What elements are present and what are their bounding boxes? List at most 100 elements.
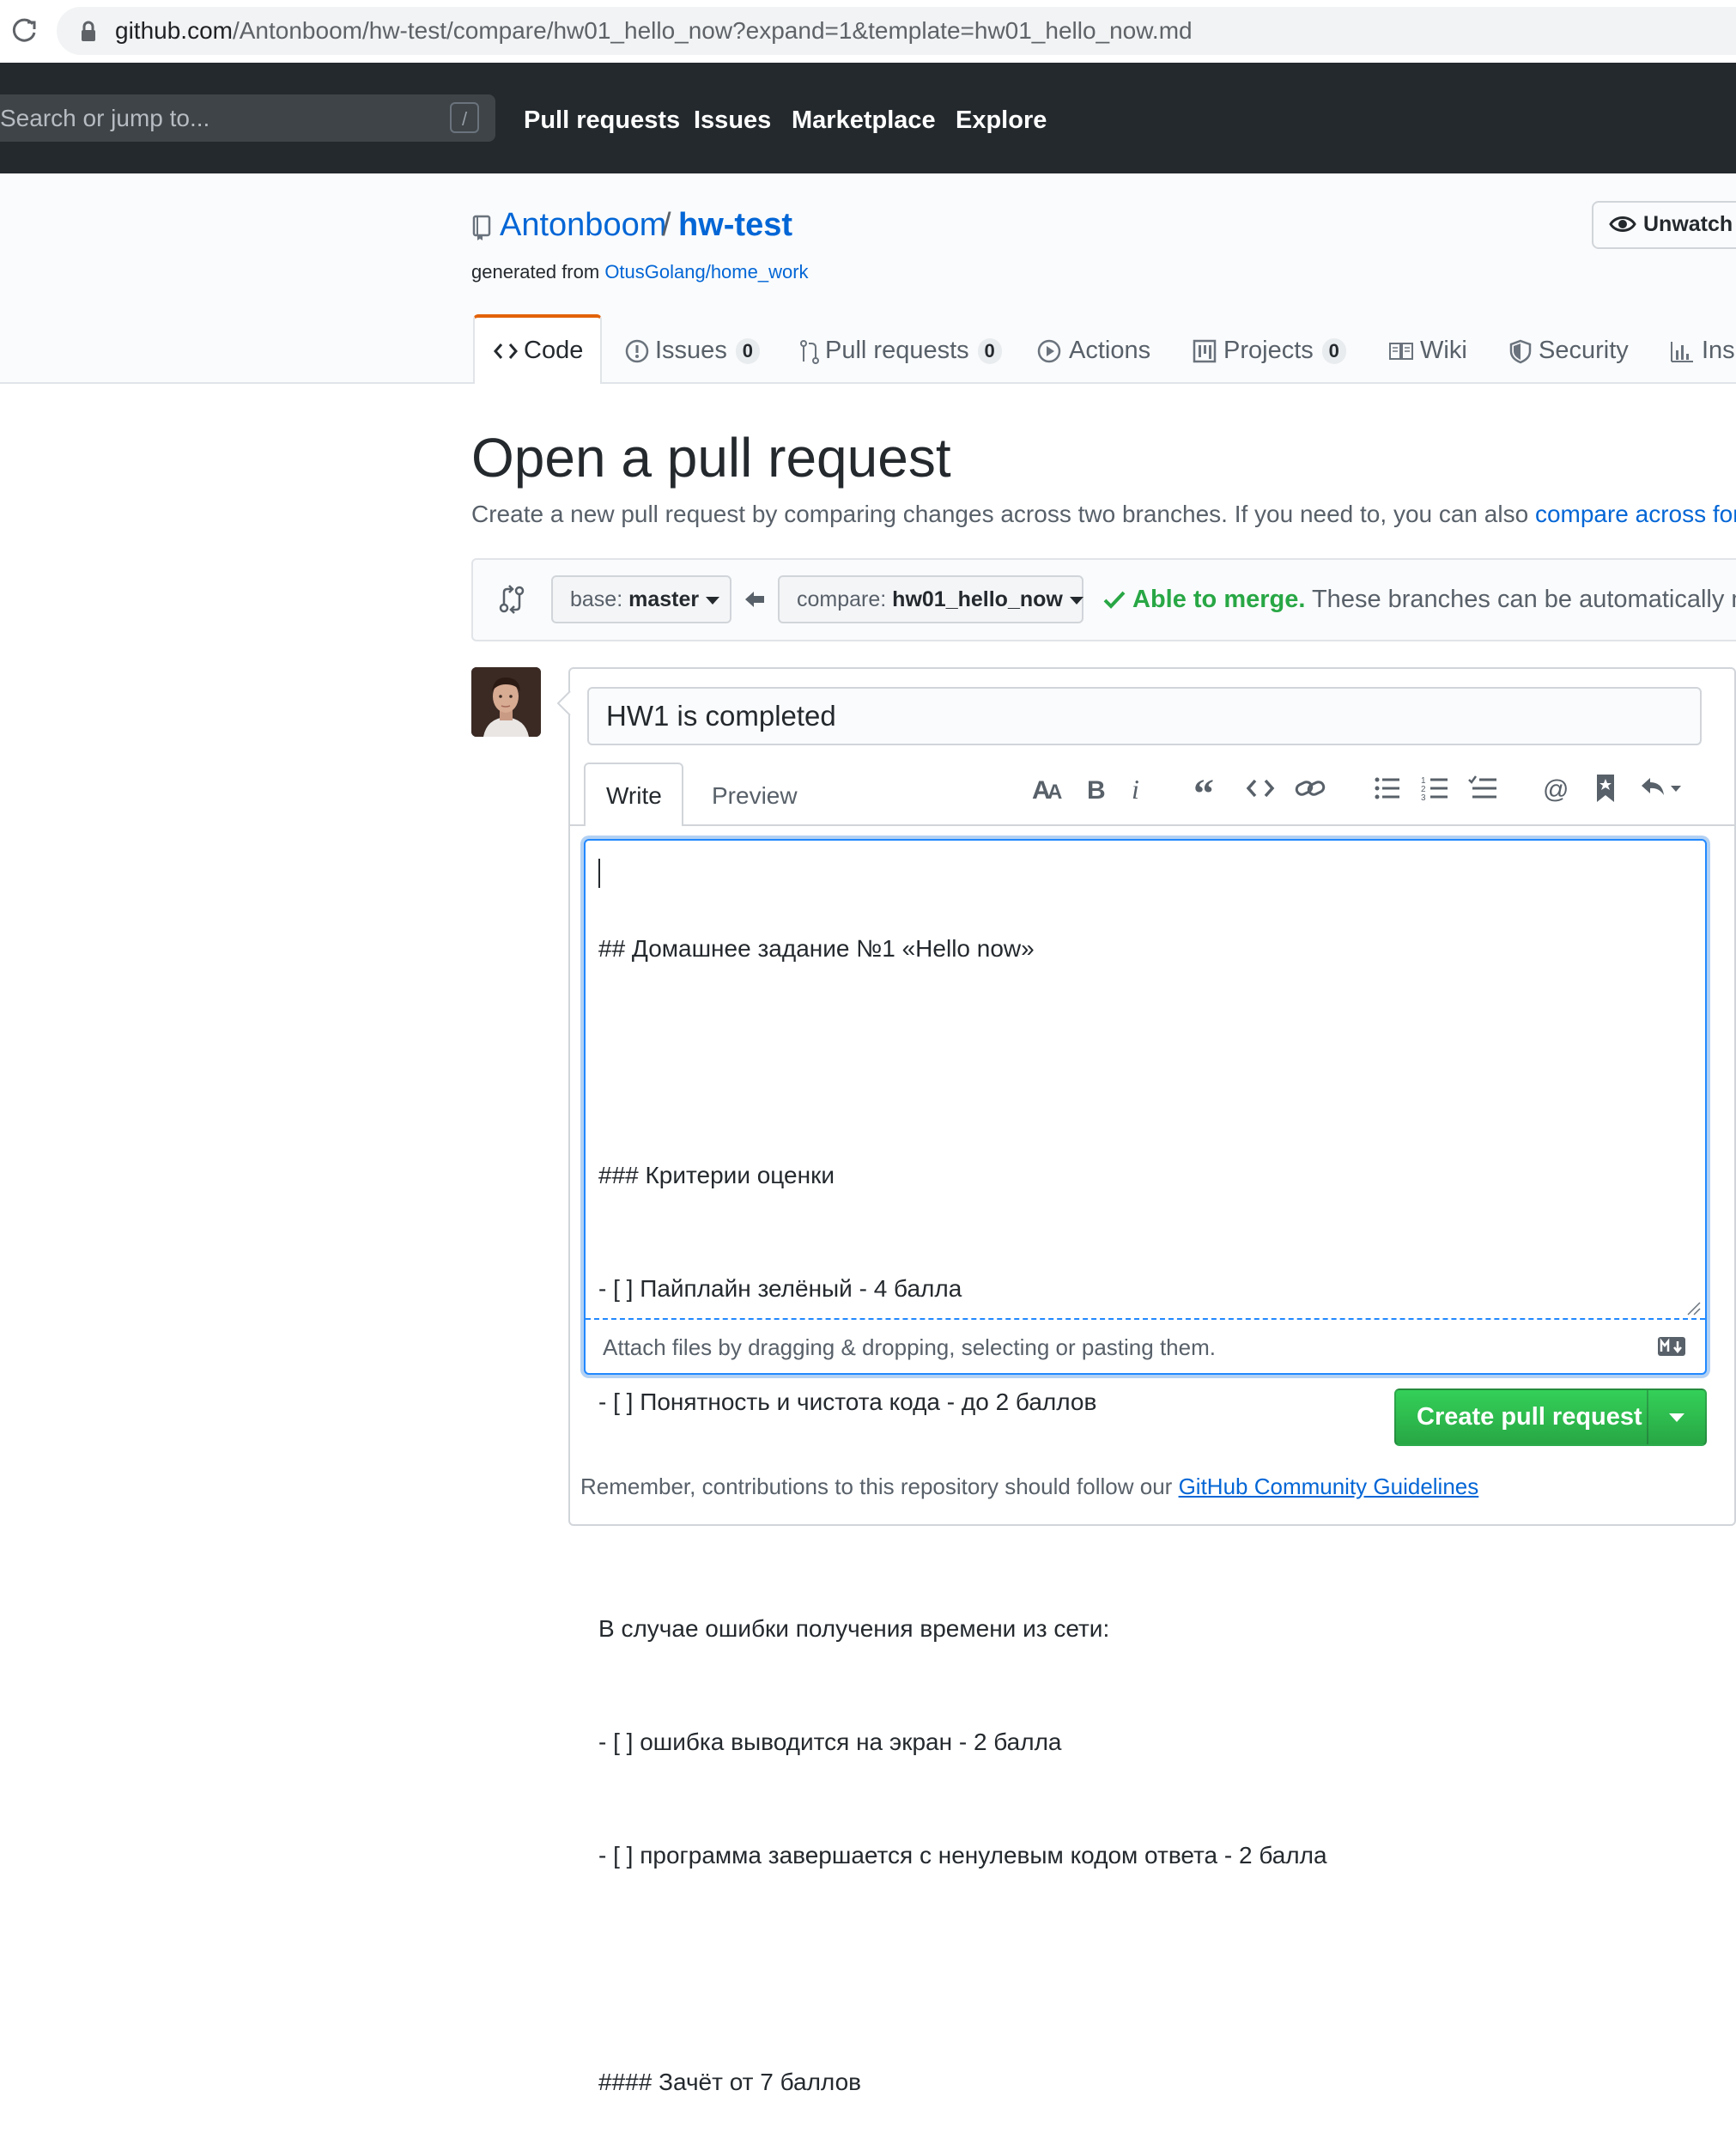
attach-divider	[586, 1318, 1705, 1320]
contribution-note: Remember, contributions to this reposito…	[580, 1472, 1478, 1501]
search-placeholder: Search or jump to...	[0, 105, 210, 131]
page-subtitle-text: Create a new pull request by comparing c…	[471, 501, 1535, 527]
tab-projects[interactable]: Projects 0	[1223, 335, 1346, 366]
issues-counter: 0	[735, 338, 760, 365]
community-guidelines-link[interactable]: GitHub Community Guidelines	[1179, 1474, 1479, 1499]
body-line	[598, 1043, 1697, 1081]
body-line	[598, 1950, 1697, 1988]
reload-icon[interactable]	[7, 14, 41, 48]
tab-projects-label: Projects	[1223, 337, 1314, 364]
page-title: Open a pull request	[471, 427, 951, 489]
compare-branch-name: hw01_hello_now	[892, 587, 1063, 611]
play-icon	[1037, 339, 1061, 363]
body-line: ## Домашнее задание №1 «Hello now»	[598, 935, 1035, 962]
url-text[interactable]: github.com/Antonboom/hw-test/compare/hw0…	[115, 14, 1193, 48]
graph-icon	[1671, 342, 1693, 362]
editor-tabs-divider	[570, 824, 1736, 826]
resize-handle-icon[interactable]	[1684, 1299, 1702, 1316]
merge-ok-label: Able to merge.	[1132, 586, 1306, 613]
markdown-icon[interactable]	[1657, 1336, 1686, 1357]
base-branch-select[interactable]: base: master	[551, 575, 731, 623]
repo-separator: /	[662, 207, 671, 243]
nav-marketplace[interactable]: Marketplace	[792, 105, 936, 136]
footnote-text: Remember, contributions to this reposito…	[580, 1474, 1179, 1499]
pull-requests-counter: 0	[977, 338, 1002, 365]
body-line	[598, 1497, 1697, 1534]
template-repo-link[interactable]: OtusGolang/home_work	[604, 261, 808, 283]
compare-prefix: compare:	[797, 587, 893, 611]
bookmark-icon[interactable]	[1588, 771, 1623, 805]
url-host: github.com	[115, 17, 233, 44]
svg-text:3: 3	[1421, 793, 1426, 803]
merge-description: These branches can be automatically mer	[1305, 586, 1736, 613]
tab-pull-requests[interactable]: Pull requests 0	[825, 335, 1002, 366]
tab-issues-label: Issues	[655, 337, 727, 364]
generated-from: generated from OtusGolang/home_work	[471, 260, 809, 284]
tab-write-label: Write	[606, 782, 662, 809]
nav-explore[interactable]: Explore	[956, 105, 1047, 136]
compare-across-forks-link[interactable]: compare across forks	[1535, 501, 1736, 527]
ordered-list-icon[interactable]: 1 2 3	[1418, 771, 1453, 805]
unwatch-label: Unwatch	[1643, 212, 1733, 236]
quote-icon[interactable]: “	[1192, 771, 1226, 805]
form-pointer	[556, 691, 571, 715]
compare-branch-select[interactable]: compare: hw01_hello_now	[778, 575, 1083, 623]
book-icon	[1389, 343, 1413, 360]
arrow-left-icon	[745, 592, 764, 607]
bold-icon[interactable]: B	[1080, 771, 1114, 805]
svg-text:B: B	[1087, 776, 1106, 805]
compare-icon	[499, 585, 525, 614]
tab-actions[interactable]: Actions	[1069, 335, 1150, 366]
tab-issues[interactable]: Issues 0	[655, 335, 760, 366]
issue-icon	[625, 339, 649, 363]
repo-owner-link[interactable]: Antonboom	[500, 204, 666, 246]
tab-preview[interactable]: Preview	[712, 781, 798, 811]
nav-issues[interactable]: Issues	[694, 105, 771, 136]
attach-files-hint[interactable]: Attach files by dragging & dropping, sel…	[603, 1333, 1216, 1362]
body-line: - [ ] Пайплайн зелёный - 4 балла	[598, 1275, 962, 1302]
svg-text:@: @	[1543, 775, 1569, 804]
task-list-icon[interactable]	[1466, 771, 1501, 805]
chevron-down-icon	[706, 596, 720, 605]
link-icon[interactable]	[1293, 771, 1327, 805]
create-button-divider	[1647, 1390, 1648, 1444]
tab-security[interactable]: Security	[1539, 335, 1629, 366]
text-cursor	[598, 859, 600, 888]
page-subtitle: Create a new pull request by comparing c…	[471, 499, 1736, 530]
merge-status: Able to merge. These branches can be aut…	[1103, 584, 1736, 615]
repo-icon	[472, 215, 491, 240]
body-line: - [ ] программа завершается с ненулевым …	[598, 1842, 1327, 1869]
avatar[interactable]	[471, 667, 541, 737]
tab-wiki[interactable]: Wiki	[1420, 335, 1467, 366]
header-text-icon[interactable]: A A	[1030, 771, 1065, 805]
reply-icon[interactable]	[1638, 771, 1683, 805]
body-line: - [ ] ошибка выводится на экран - 2 балл…	[598, 1729, 1062, 1755]
tab-code[interactable]: Code	[524, 335, 583, 366]
base-branch-name: master	[628, 587, 700, 611]
generated-from-label: generated from	[471, 261, 605, 283]
unordered-list-icon[interactable]	[1370, 771, 1405, 805]
pull-request-icon	[800, 340, 819, 364]
svg-text:A: A	[1047, 781, 1062, 804]
projects-counter: 0	[1321, 338, 1346, 365]
code-icon	[494, 343, 518, 359]
body-line: #### Зачёт от 7 баллов	[598, 2069, 862, 2095]
nav-pull-requests[interactable]: Pull requests	[524, 105, 680, 136]
svg-text:“: “	[1193, 771, 1214, 805]
lock-icon	[82, 21, 95, 41]
url-path: /Antonboom/hw-test/compare/hw01_hello_no…	[232, 17, 1193, 44]
body-line: ### Критерии оценки	[598, 1162, 835, 1188]
repo-name-link[interactable]: hw-test	[678, 204, 792, 246]
svg-text:i: i	[1132, 774, 1139, 805]
tab-insights[interactable]: Insi	[1702, 335, 1736, 366]
chevron-down-icon	[1069, 596, 1083, 605]
chevron-down-icon[interactable]	[1669, 1413, 1684, 1422]
project-icon	[1193, 339, 1217, 363]
body-line: В случае ошибки получения времени из сет…	[598, 1615, 1110, 1642]
code-icon[interactable]	[1243, 771, 1278, 805]
italic-icon[interactable]: i	[1121, 771, 1156, 805]
tab-pull-requests-label: Pull requests	[825, 337, 969, 364]
mention-icon[interactable]: @	[1540, 771, 1575, 805]
pr-title-input[interactable]	[587, 687, 1702, 745]
shield-icon	[1509, 339, 1532, 364]
